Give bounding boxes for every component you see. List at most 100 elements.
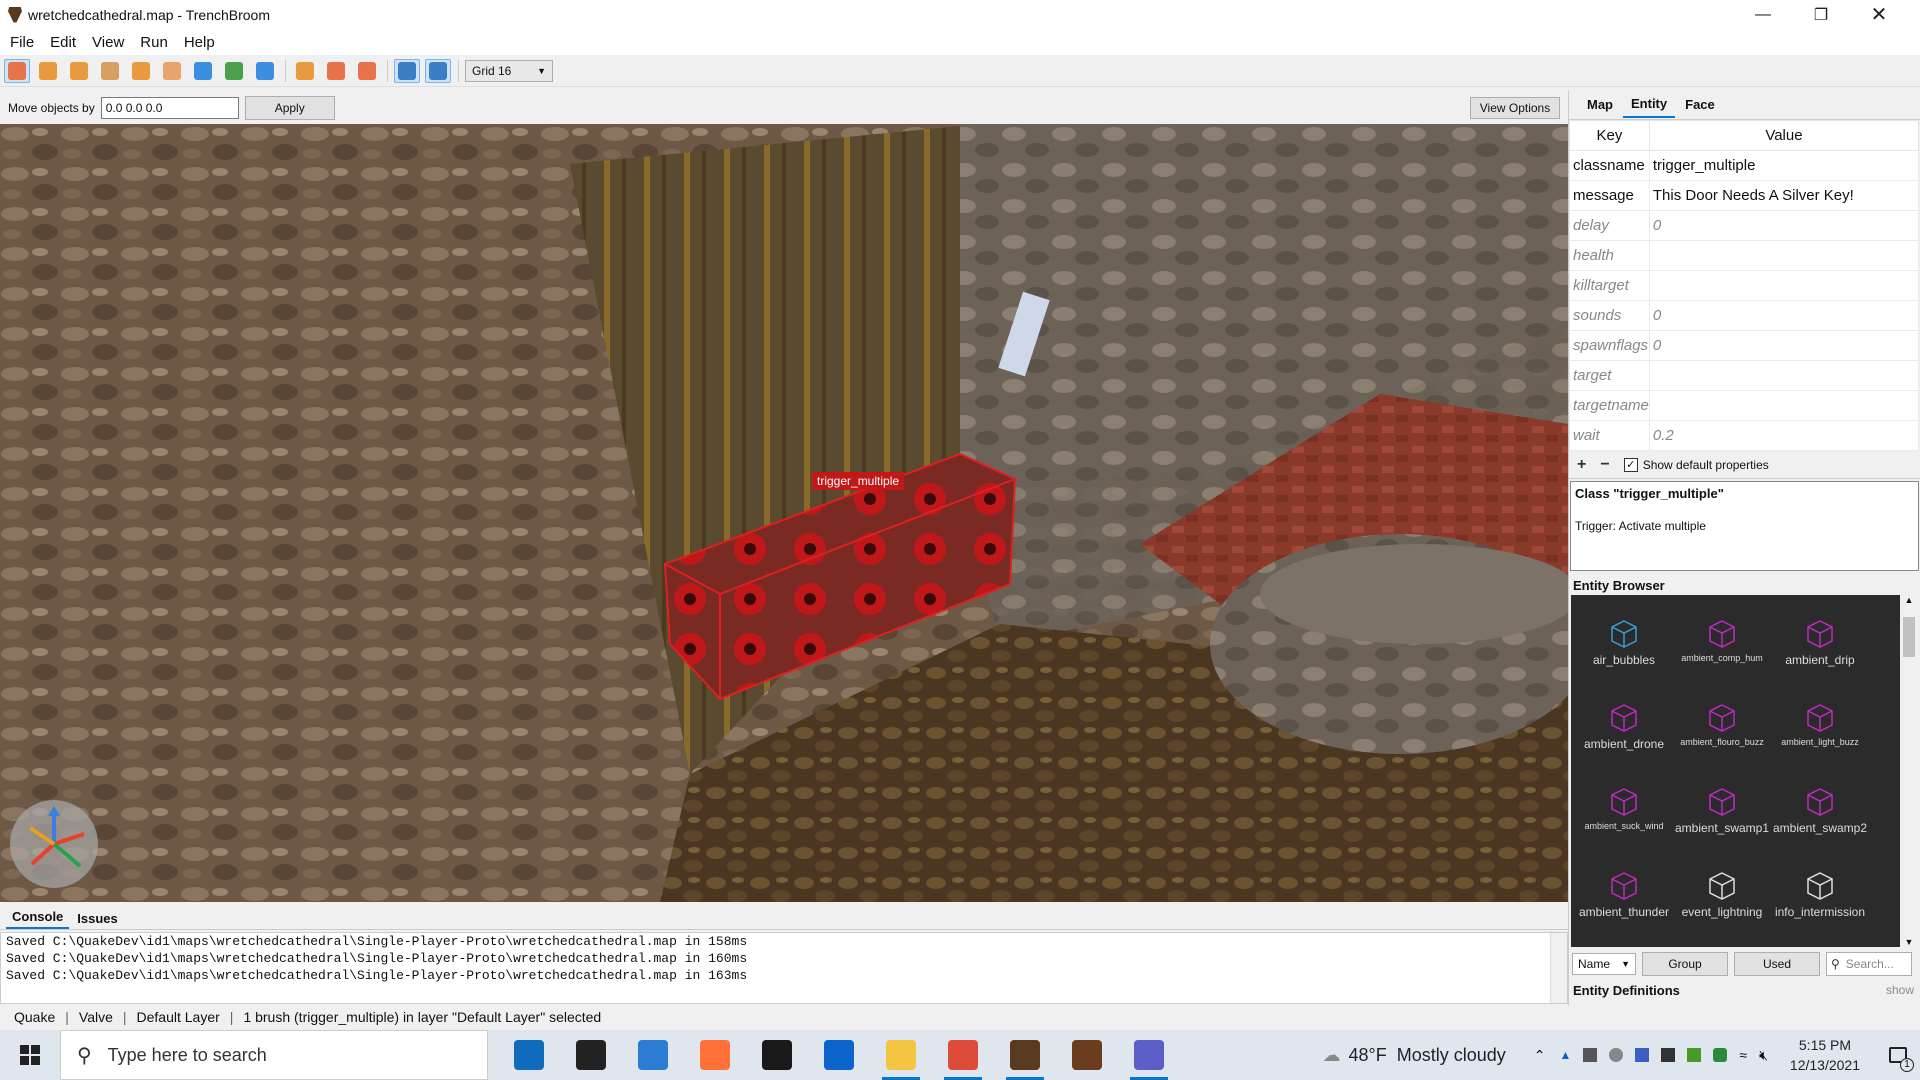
property-row[interactable]: wait 0.2 <box>1569 420 1920 451</box>
property-value[interactable] <box>1648 360 1920 391</box>
property-value[interactable] <box>1648 240 1920 271</box>
flip-vertical-icon-button[interactable] <box>354 59 380 83</box>
property-key[interactable]: message <box>1569 180 1650 211</box>
entity-browser-item[interactable]: ambient_swamp2 <box>1771 787 1869 871</box>
show-default-checkbox[interactable]: ✓ <box>1623 457 1638 472</box>
property-key[interactable]: target <box>1569 360 1650 391</box>
file-explorer-taskbar-button[interactable] <box>870 1030 932 1080</box>
close-button[interactable]: ✕ <box>1850 0 1908 29</box>
property-row[interactable]: health <box>1569 240 1920 271</box>
minimize-button[interactable]: — <box>1734 0 1792 29</box>
view-options-button[interactable]: View Options <box>1470 97 1560 119</box>
property-key[interactable]: delay <box>1569 210 1650 241</box>
outlook-taskbar-button[interactable] <box>808 1030 870 1080</box>
group-button[interactable]: Group <box>1642 952 1728 976</box>
quake-taskbar-button[interactable] <box>1056 1030 1118 1080</box>
property-key[interactable]: health <box>1569 240 1650 271</box>
property-row[interactable]: delay 0 <box>1569 210 1920 241</box>
clip-tool-button[interactable] <box>66 59 92 83</box>
entity-browser-item[interactable]: event_lightning <box>1673 871 1771 947</box>
vertex-tool-button[interactable] <box>97 59 123 83</box>
apply-button[interactable]: Apply <box>244 96 335 120</box>
property-value[interactable]: trigger_multiple <box>1648 150 1920 181</box>
property-key[interactable]: sounds <box>1569 300 1650 331</box>
entity-browser-item[interactable]: ambient_comp_hum <box>1673 619 1771 703</box>
texture-lock-icon-button[interactable] <box>394 59 420 83</box>
windows-start-icon[interactable] <box>0 1030 60 1080</box>
entity-browser-item[interactable]: ambient_thunder <box>1575 871 1673 947</box>
menu-help[interactable]: Help <box>176 34 223 51</box>
rotate-tool-button[interactable] <box>190 59 216 83</box>
scroll-down-icon[interactable]: ▼ <box>1900 937 1918 947</box>
3d-viewport[interactable]: trigger_multiple <box>0 124 1568 902</box>
property-row[interactable]: classname trigger_multiple <box>1569 150 1920 181</box>
brush-tool-button[interactable] <box>35 59 61 83</box>
property-row[interactable]: message This Door Needs A Silver Key! <box>1569 180 1920 211</box>
remove-property-icon[interactable]: − <box>1600 456 1609 474</box>
tray-app-icon[interactable] <box>1713 1048 1728 1062</box>
entity-search-input[interactable]: ⚲ Search... <box>1826 952 1912 976</box>
add-property-icon[interactable]: + <box>1577 456 1586 474</box>
entity-browser[interactable]: air_bubbles ambient_comp_hum ambient_drip a… <box>1571 595 1918 947</box>
chevron-up-icon[interactable]: ⌃ <box>1534 1047 1546 1064</box>
entity-browser-item[interactable]: ambient_flouro_buzz <box>1673 703 1771 787</box>
property-key[interactable]: classname <box>1569 150 1650 181</box>
notification-center-icon[interactable]: 1 <box>1876 1030 1920 1080</box>
entity-browser-item[interactable]: ambient_drone <box>1575 703 1673 787</box>
tray-app-icon[interactable] <box>1583 1048 1598 1062</box>
property-row[interactable]: targetname <box>1569 390 1920 421</box>
property-value[interactable]: This Door Needs A Silver Key! <box>1648 180 1920 211</box>
tab-map[interactable]: Map <box>1579 92 1621 117</box>
axis-gizmo-icon[interactable] <box>10 800 98 888</box>
taskbar-search-input[interactable]: ⚲ Type here to search <box>60 1030 488 1080</box>
face-tool-button[interactable] <box>159 59 185 83</box>
entity-browser-item[interactable]: ambient_drip <box>1771 619 1869 703</box>
store-taskbar-button[interactable] <box>622 1030 684 1080</box>
property-value[interactable]: 0.2 <box>1648 420 1920 451</box>
property-value[interactable]: 0 <box>1648 210 1920 241</box>
property-value[interactable]: 0 <box>1648 300 1920 331</box>
property-row[interactable]: target <box>1569 360 1920 391</box>
tab-issues[interactable]: Issues <box>71 908 123 929</box>
property-value[interactable]: 0 <box>1648 330 1920 361</box>
tray-app-icon[interactable] <box>1635 1048 1650 1062</box>
select-tool-button[interactable] <box>4 59 30 83</box>
chrome-taskbar-button[interactable] <box>932 1030 994 1080</box>
weather-widget[interactable]: ☁ 48°F Mostly cloudy <box>1323 1045 1506 1066</box>
menu-view[interactable]: View <box>84 34 132 51</box>
restore-button[interactable]: ❐ <box>1792 0 1850 29</box>
entity-definitions-toggle[interactable]: show <box>1886 983 1914 997</box>
property-key[interactable]: wait <box>1569 420 1650 451</box>
entity-browser-item[interactable]: info_intermission <box>1771 871 1869 947</box>
uv-lock-icon-button[interactable] <box>425 59 451 83</box>
flip-horizontal-icon-button[interactable] <box>323 59 349 83</box>
mail-taskbar-button[interactable] <box>498 1030 560 1080</box>
move-objects-input[interactable]: 0.0 0.0 0.0 <box>100 97 239 119</box>
property-key[interactable]: spawnflags <box>1569 330 1650 361</box>
notion-taskbar-button[interactable] <box>560 1030 622 1080</box>
bluetooth-icon[interactable]: ▲ <box>1560 1048 1572 1062</box>
property-key[interactable]: targetname <box>1569 390 1650 421</box>
console-output[interactable]: Saved C:\QuakeDev\id1\maps\wretchedcathe… <box>0 932 1568 1004</box>
used-button[interactable]: Used <box>1734 952 1820 976</box>
entity-browser-item[interactable]: air_bubbles <box>1575 619 1673 703</box>
trenchbroom-taskbar-button[interactable] <box>994 1030 1056 1080</box>
teams-taskbar-button[interactable] <box>1118 1030 1180 1080</box>
nvidia-icon[interactable] <box>1687 1048 1702 1062</box>
menu-run[interactable]: Run <box>132 34 176 51</box>
tab-face[interactable]: Face <box>1677 92 1723 117</box>
dropbox-taskbar-button[interactable] <box>746 1030 808 1080</box>
sort-select[interactable]: Name ▼ <box>1572 953 1636 975</box>
tray-app-icon[interactable] <box>1661 1048 1676 1062</box>
volume-mute-icon[interactable]: 🔇︎ <box>1759 1047 1768 1064</box>
firefox-taskbar-button[interactable] <box>684 1030 746 1080</box>
column-header-value[interactable]: Value <box>1648 120 1920 151</box>
menu-edit[interactable]: Edit <box>42 34 84 51</box>
console-scrollbar[interactable] <box>1550 933 1567 1003</box>
edge-tool-button[interactable] <box>128 59 154 83</box>
entity-browser-item[interactable]: ambient_suck_wind <box>1575 787 1673 871</box>
entity-browser-scrollbar[interactable]: ▲ ▼ <box>1900 595 1918 947</box>
tab-entity[interactable]: Entity <box>1623 91 1676 118</box>
property-row[interactable]: spawnflags 0 <box>1569 330 1920 361</box>
scale-tool-button[interactable] <box>221 59 247 83</box>
